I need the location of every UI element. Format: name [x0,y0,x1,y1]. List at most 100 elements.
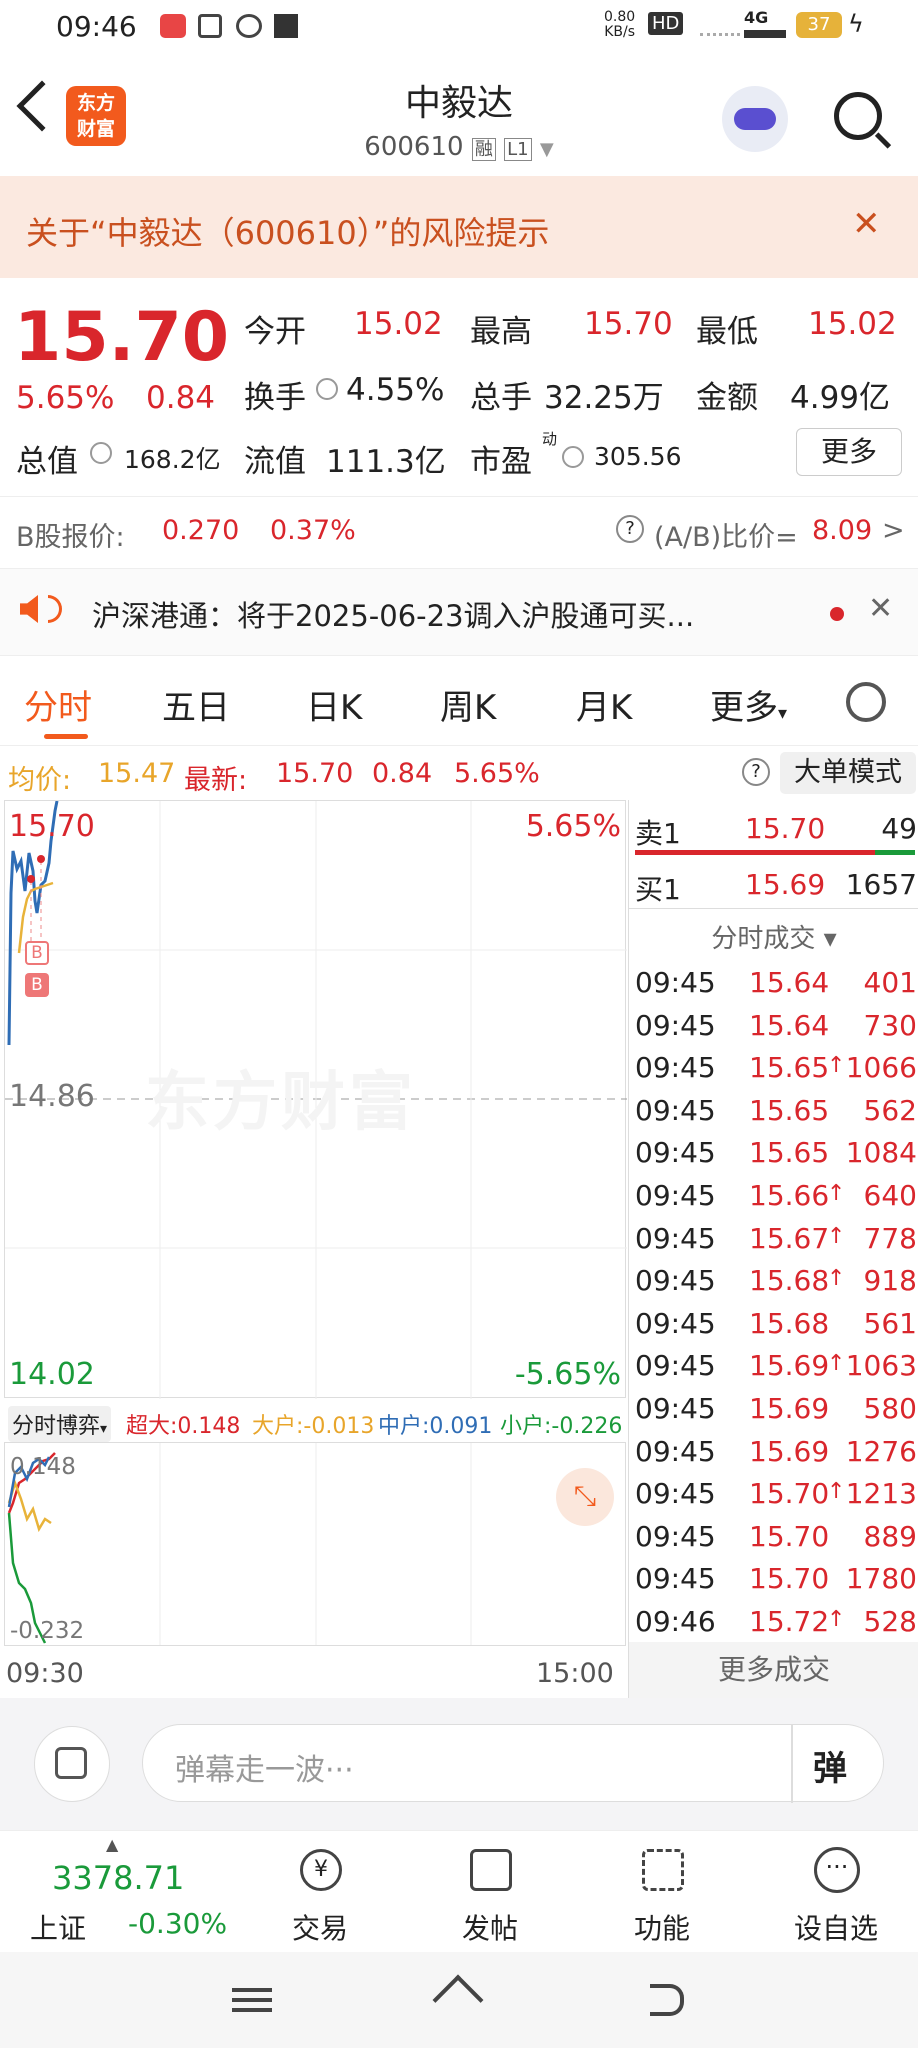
tab-daily-k[interactable]: 日K [306,680,362,729]
tick-price: 15.66 [749,1179,830,1212]
tick-time: 09:45 [635,1392,716,1425]
info-icon[interactable] [316,378,338,400]
tick-price: 15.69 [749,1349,830,1383]
volume-label: 总手 [470,380,532,416]
tick-time: 09:45 [635,1264,716,1298]
settings-gear-icon[interactable] [846,682,886,722]
high-value: 15.70 [584,306,673,342]
tick-up-arrow: ↑ [827,1351,846,1377]
notice-bar[interactable]: 沪深港通：将于2025-06-23调入沪股通可买... ✕ [0,568,918,656]
back-nav-icon[interactable] [650,1984,684,2016]
mode-help-icon[interactable]: ? [742,758,770,786]
fund-flow-svg [4,1442,626,1646]
tick-price: 15.70 [749,1477,830,1511]
tick-price: 15.69 [749,1434,830,1468]
danmu-input[interactable]: 弹幕走一波··· 弹 [142,1724,884,1803]
tick-volume: 640 [863,1179,917,1212]
tick-row: 09:45 15.68 561 [629,1301,918,1344]
price-info-bar: 均价: 15.47 最新: 15.70 0.84 5.65% ? 大单模式 [0,746,918,798]
tick-volume: 561 [863,1306,917,1340]
change-pct: 5.65% [16,380,115,416]
b-share-row[interactable]: B股报价: 0.270 0.37% ? (A/B)比价= 8.09 > [0,496,918,568]
intraday-chart[interactable]: 15.70 5.65% 14.86 14.02 -5.65% 东方财富 B B [4,800,627,1399]
tick-row: 09:45 15.70 1780 [629,1556,918,1599]
more-button[interactable]: 更多 [796,428,902,476]
comment-list-icon[interactable] [34,1726,110,1802]
system-nav-bar [0,1952,918,2048]
tab-active-indicator [44,734,88,739]
tab-five-day[interactable]: 五日 [162,680,230,729]
nav-functions[interactable]: 功能 [612,1831,712,1953]
search-icon[interactable] [834,92,882,140]
expand-icon[interactable]: ⤡ [556,1468,614,1526]
tick-volume: 730 [863,1008,917,1042]
tick-price: 15.64 [749,966,830,999]
tick-time: 09:45 [635,1306,716,1340]
bottom-nav: ▲ 3378.71 上证 -0.30% ¥ 交易 发帖 功能 ··· 设自选 [0,1830,918,1952]
buy-price: 15.69 [745,868,826,901]
turnover-value: 4.55% [346,372,445,408]
tick-time: 09:45 [635,966,716,999]
tick-time: 09:45 [635,1136,716,1170]
quote-panel: 15.70 5.65% 0.84 今开 15.02 最高 15.70 最低 15… [0,278,918,496]
buy-label: 买1 [635,873,681,906]
current-price: 15.70 [14,298,230,377]
signal-1-icon [700,20,740,36]
danmu-toggle-button[interactable]: 弹 [813,1741,847,1790]
sell-row: 卖1 15.70 49 [629,806,918,850]
risk-banner[interactable]: 关于“中毅达（600610）”的风险提示 ✕ [0,176,918,278]
rong-badge: 融 [471,138,496,161]
yuan-icon: ¥ [300,1849,342,1891]
tick-volume: 889 [863,1519,917,1553]
flow-selector[interactable]: 分时博弈▾ [8,1406,112,1442]
nav-post[interactable]: 发帖 [440,1831,540,1953]
tab-monthly-k[interactable]: 月K [576,680,632,729]
latest-pct: 5.65% [454,758,540,789]
browser-notification-icon [236,14,262,38]
tab-more[interactable]: 更多▾ [710,680,787,729]
charging-icon: ϟ [848,10,864,38]
close-icon[interactable]: ✕ [852,204,881,244]
tick-volume: 528 [863,1605,917,1638]
speaker-icon [20,595,38,623]
tick-time: 09:45 [635,1519,716,1553]
amount-value: 4.99亿 [790,380,891,416]
buy-bar [875,850,915,855]
tab-weekly-k[interactable]: 周K [440,680,496,729]
notice-close-icon[interactable]: ✕ [868,591,893,626]
help-icon[interactable]: ? [616,515,644,543]
unread-dot [830,607,844,621]
tick-volume: 1780 [845,1562,917,1596]
card-notification-icon [198,14,222,38]
pe-info-icon[interactable] [562,446,584,468]
mcap-value: 168.2亿 [124,445,221,474]
large-line [7,1479,52,1533]
index-ticker[interactable]: ▲ 3378.71 上证 -0.30% [0,1831,230,1953]
tick-row: 09:45 15.65 ↑ 1066 [629,1045,918,1088]
app-notification-icon [160,14,186,38]
turnover-label: 换手 [244,380,306,416]
nav-post-label: 发帖 [461,1912,518,1945]
pe-dynamic-sup: 动 [542,430,558,448]
tab-intraday[interactable]: 分时 [24,680,92,729]
pe-label: 市盈 [470,444,532,480]
assistant-avatar[interactable] [722,86,788,152]
flow-axis-min: -0.232 [10,1618,85,1644]
ticks-title[interactable]: 分时成交 ▾ [629,918,918,955]
nav-add-watchlist[interactable]: ··· 设自选 [786,1831,886,1953]
tick-price: 15.72 [749,1605,830,1638]
mcap-info-icon[interactable] [90,442,112,464]
tick-time: 09:45 [635,1221,716,1255]
buy-marker[interactable]: B [25,941,49,965]
buy-marker[interactable]: B [25,973,49,997]
home-icon[interactable] [432,1974,484,2026]
tick-volume: 1063 [845,1349,917,1383]
tick-time: 09:45 [635,1562,716,1596]
chevron-down-icon: ▼ [539,139,554,160]
big-order-mode-button[interactable]: 大单模式 [780,752,916,794]
index-pct: -0.30% [128,1907,228,1940]
open-value: 15.02 [354,306,443,342]
more-trades-button[interactable]: 更多成交 [629,1642,918,1698]
nav-trade[interactable]: ¥ 交易 [270,1831,370,1953]
index-name: 上证 [30,1912,87,1945]
